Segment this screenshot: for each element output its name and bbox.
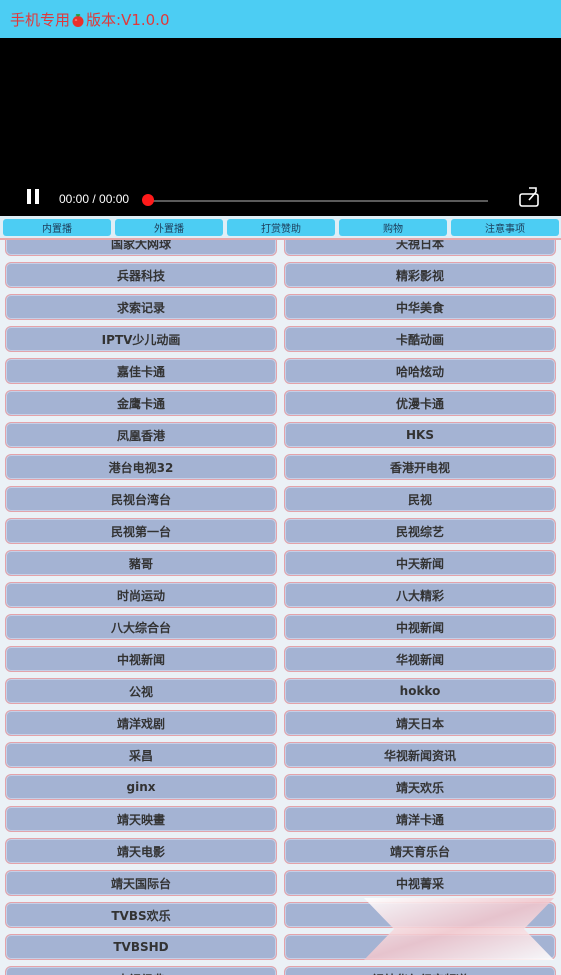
title-prefix: 手机专用 [10,10,71,29]
channel-button[interactable]: 香港开电视 [284,454,556,480]
channel-button[interactable]: 八大综合台 [5,614,277,640]
channel-button[interactable]: ginx [5,774,277,800]
tab-bar: 内置播 外置播 打赏赞助 购物 注意事项 [0,216,561,240]
table-row: 靖天电影 靖天育乐台 [0,835,561,867]
table-row: 靖天国际台 中视菁采 [0,867,561,899]
video-player[interactable]: 00:00 / 00:00 [0,38,561,216]
seek-bar[interactable] [148,200,488,202]
channel-button[interactable]: 民视台湾台 [5,486,277,512]
channel-button[interactable]: 天視日本 [284,240,556,256]
title-bar: 手机专用 版本:V1.0.0 [0,0,561,38]
channel-button[interactable]: TVBS欢乐 [5,902,277,928]
app-title: 手机专用 版本:V1.0.0 [0,9,170,30]
channel-button[interactable]: 靖天映畫 [5,806,277,832]
channel-list[interactable]: 国家大网球 天視日本 兵器科技 精彩影视 求索记录 中华美食 IPTV少儿动画 … [0,240,561,975]
channel-button[interactable]: 靖天电影 [5,838,277,864]
table-row: 公视 hokko [0,675,561,707]
channel-button[interactable]: 金鹰卡通 [5,390,277,416]
table-row: 靖天映畫 靖洋卡通 [0,803,561,835]
channel-button[interactable]: 精彩影视 [284,262,556,288]
channel-button[interactable]: 靖洋卡通 [284,806,556,832]
channel-button[interactable] [284,934,556,960]
seek-thumb[interactable] [142,194,154,206]
tab-external-player[interactable]: 外置播 [115,219,223,236]
channel-button[interactable]: 中华美食 [284,294,556,320]
table-row: 港台电视32 香港开电视 [0,451,561,483]
channel-button[interactable]: 华视新闻 [284,646,556,672]
tab-notices[interactable]: 注意事项 [451,219,559,236]
channel-button[interactable]: TVBSHD [5,934,277,960]
title-version: 版本:V1.0.0 [86,10,170,29]
tab-donate[interactable]: 打赏赞助 [227,219,335,236]
channel-button[interactable]: 国家大网球 [5,240,277,256]
table-row: 中视新闻 华视新闻 [0,643,561,675]
table-row: 民视第一台 民视综艺 [0,515,561,547]
channel-button[interactable]: 中视菁采 [284,870,556,896]
table-row: TVBS欢乐 [0,899,561,931]
table-row: IPTV少儿动画 卡酷动画 [0,323,561,355]
channel-button[interactable]: 中视新闻 [284,614,556,640]
table-row: 采昌 华视新闻资讯 [0,739,561,771]
channel-button[interactable]: 视纳华仁纪实频道 [284,966,556,975]
table-row: 国家大网球 天視日本 [0,240,561,259]
table-row: 中视经典 视纳华仁纪实频道 [0,963,561,975]
channel-button[interactable]: 时尚运动 [5,582,277,608]
table-row: 嘉佳卡通 哈哈炫动 [0,355,561,387]
channel-button[interactable]: hokko [284,678,556,704]
channel-button[interactable]: 八大精彩 [284,582,556,608]
table-row: 凤凰香港 HKS [0,419,561,451]
channel-button[interactable]: 靖天日本 [284,710,556,736]
channel-button[interactable]: 中天新闻 [284,550,556,576]
channel-button[interactable]: 靖洋戏剧 [5,710,277,736]
channel-button[interactable]: HKS [284,422,556,448]
table-row: ginx 靖天欢乐 [0,771,561,803]
channel-button[interactable]: 港台电视32 [5,454,277,480]
channel-button[interactable]: IPTV少儿动画 [5,326,277,352]
channel-button[interactable]: 民视第一台 [5,518,277,544]
table-row: TVBSHD [0,931,561,963]
channel-button[interactable]: 卡酷动画 [284,326,556,352]
channel-button[interactable]: 公视 [5,678,277,704]
channel-button[interactable]: 中视新闻 [5,646,277,672]
channel-button[interactable]: 民视 [284,486,556,512]
time-readout: 00:00 / 00:00 [59,192,130,206]
channel-button[interactable]: 民视综艺 [284,518,556,544]
channel-button[interactable] [284,902,556,928]
channel-button[interactable]: 豬哥 [5,550,277,576]
tomato-icon [72,13,84,27]
channel-button[interactable]: 靖天育乐台 [284,838,556,864]
tab-builtin-player[interactable]: 内置播 [3,219,111,236]
channel-button[interactable]: 优漫卡通 [284,390,556,416]
table-row: 金鹰卡通 优漫卡通 [0,387,561,419]
channel-button[interactable]: 凤凰香港 [5,422,277,448]
table-row: 八大综合台 中视新闻 [0,611,561,643]
channel-button[interactable]: 中视经典 [5,966,277,975]
channel-button[interactable]: 华视新闻资讯 [284,742,556,768]
pause-icon[interactable] [24,188,42,206]
channel-button[interactable]: 哈哈炫动 [284,358,556,384]
table-row: 豬哥 中天新闻 [0,547,561,579]
channel-button[interactable]: 靖天欢乐 [284,774,556,800]
channel-button[interactable]: 采昌 [5,742,277,768]
fullscreen-icon[interactable] [518,186,540,208]
tab-shopping[interactable]: 购物 [339,219,447,236]
table-row: 时尚运动 八大精彩 [0,579,561,611]
channel-button[interactable]: 求索记录 [5,294,277,320]
table-row: 兵器科技 精彩影视 [0,259,561,291]
table-row: 求索记录 中华美食 [0,291,561,323]
channel-button[interactable]: 兵器科技 [5,262,277,288]
table-row: 靖洋戏剧 靖天日本 [0,707,561,739]
table-row: 民视台湾台 民视 [0,483,561,515]
channel-button[interactable]: 嘉佳卡通 [5,358,277,384]
channel-button[interactable]: 靖天国际台 [5,870,277,896]
